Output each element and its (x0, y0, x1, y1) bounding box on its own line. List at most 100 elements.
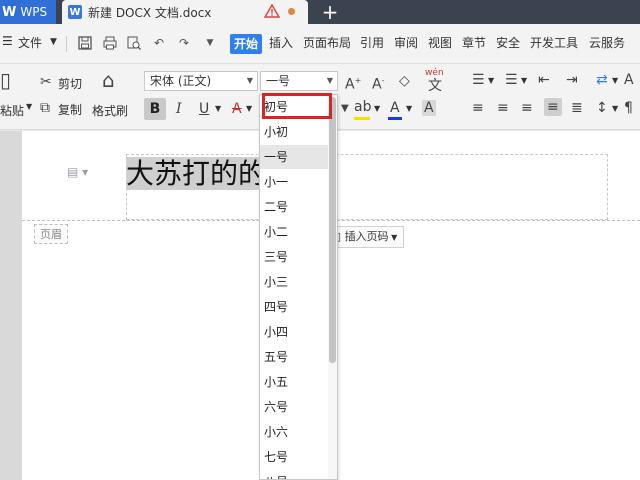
align-right-icon[interactable]: ≡ (521, 100, 533, 116)
underline-icon[interactable]: U (199, 101, 209, 117)
file-menu[interactable]: 文件 (18, 34, 42, 51)
tab-review[interactable]: 审阅 (394, 34, 418, 51)
font-size-option[interactable]: 小三 (260, 270, 328, 294)
tab-chapter[interactable]: 章节 (462, 34, 486, 51)
copy-icon[interactable]: ⧉ (40, 100, 50, 116)
scissors-icon[interactable]: ✂ (40, 74, 52, 90)
font-size-option[interactable]: 八号 (260, 470, 328, 479)
tab-insert[interactable]: 插入 (269, 34, 293, 51)
distributed-align-icon[interactable]: ≣ (571, 100, 583, 116)
font-size-option[interactable]: 小五 (260, 370, 328, 394)
font-size-option[interactable]: 三号 (260, 245, 328, 269)
highlight-icon[interactable]: ab (354, 99, 371, 115)
shrink-font-icon[interactable]: A- (372, 73, 384, 93)
clear-format-icon[interactable]: ◇ (399, 73, 410, 89)
chevron-down-icon[interactable]: ▼ (323, 72, 337, 90)
font-size-value: 一号 (266, 74, 291, 88)
font-size-option[interactable]: 六号 (260, 395, 328, 419)
bold-button[interactable]: B (144, 98, 166, 120)
phonetic-guide-icon[interactable]: 文 (428, 78, 442, 94)
increase-indent-icon[interactable]: ⇥ (566, 72, 578, 88)
italic-icon[interactable]: I (176, 101, 182, 117)
tab-home[interactable]: 开始 (230, 34, 263, 54)
align-left-icon[interactable]: ≡ (472, 100, 484, 116)
font-size-option[interactable]: 五号 (260, 345, 328, 369)
decrease-indent-icon[interactable]: ⇤ (538, 72, 550, 88)
tab-cloud[interactable]: 云服务 (589, 34, 625, 51)
wps-tab-label: WPS (20, 5, 48, 19)
chevron-down-icon[interactable]: ▼ (341, 101, 349, 117)
cut-button[interactable]: 剪切 (58, 75, 82, 92)
format-painter-button[interactable]: 格式刷 (92, 102, 128, 119)
strikethrough-chevron-icon[interactable]: ▼ (246, 104, 252, 113)
text-direction-icon[interactable]: ⇄ (596, 72, 608, 88)
new-tab-button[interactable]: + (318, 0, 342, 24)
paste-button[interactable]: 粘贴 (0, 102, 24, 119)
numbered-list-icon[interactable]: ☰ (505, 72, 518, 88)
char-shading-icon[interactable]: A (422, 100, 436, 116)
tab-references[interactable]: 引用 (360, 34, 384, 51)
paragraph-mark-icon[interactable]: ¶ (624, 100, 633, 116)
align-center-icon[interactable]: ≡ (497, 100, 509, 116)
print-preview-icon[interactable] (127, 36, 141, 50)
font-size-option[interactable]: 二号 (260, 195, 328, 219)
phonetic-guide-label[interactable]: wén (425, 68, 444, 78)
wps-home-tab[interactable]: W WPS (0, 0, 56, 24)
line-spacing-chevron-icon[interactable]: ▼ (612, 104, 618, 113)
font-size-option[interactable]: 小一 (260, 170, 328, 194)
highlight-chevron-icon[interactable]: ▼ (374, 104, 380, 113)
grow-font-icon[interactable]: A+ (345, 73, 361, 93)
font-size-option[interactable]: 小四 (260, 320, 328, 344)
font-size-dropdown[interactable]: 初号 小初 一号 小一 二号 小二 三号 小三 四号 小四 五号 小五 六号 小… (259, 94, 338, 480)
selected-text[interactable]: 大苏打的的 (126, 157, 267, 190)
dropdown-scrollbar-thumb[interactable] (329, 97, 336, 363)
document-body-text[interactable]: 大苏打的的 (126, 157, 267, 191)
document-tab-title: 新建 DOCX 文档.docx (88, 5, 212, 20)
tab-page-layout[interactable]: 页面布局 (303, 34, 351, 51)
font-size-option[interactable]: 小初 (260, 120, 328, 144)
bullet-list-icon[interactable]: ☰ (472, 72, 485, 88)
customize-chevron-icon[interactable]: ▼ (203, 36, 217, 50)
wps-logo-icon: W (2, 4, 17, 20)
print-icon[interactable] (103, 36, 117, 50)
warning-icon[interactable] (263, 3, 281, 21)
numbered-chevron-icon[interactable]: ▼ (521, 76, 527, 85)
direction-chevron-icon[interactable]: ▼ (612, 76, 618, 85)
format-painter-icon[interactable]: ⌂ (102, 70, 115, 90)
tab-developer[interactable]: 开发工具 (530, 34, 578, 51)
font-size-option[interactable]: 小六 (260, 420, 328, 444)
file-menu-chevron-icon[interactable]: ▼ (50, 37, 57, 47)
font-size-option[interactable]: 七号 (260, 445, 328, 469)
line-spacing-icon[interactable]: ↕ (596, 100, 608, 116)
font-size-option[interactable]: 小二 (260, 220, 328, 244)
paste-chevron-icon[interactable]: ▼ (26, 102, 32, 111)
paste-icon[interactable]: ▯ (0, 70, 11, 90)
font-color-icon[interactable]: A (390, 100, 400, 116)
font-size-option-selected[interactable]: 一号 (260, 145, 328, 169)
chevron-down-icon[interactable]: ▼ (243, 72, 257, 90)
font-color-bar (388, 117, 402, 120)
font-name-select[interactable]: 宋体 (正文) ▼ (144, 71, 258, 91)
document-tab[interactable]: W 新建 DOCX 文档.docx (62, 0, 308, 24)
strikethrough-icon[interactable]: A (232, 101, 242, 117)
undo-icon[interactable]: ↶ (152, 36, 166, 50)
chevron-down-icon: ▼ (388, 233, 398, 242)
font-size-option[interactable]: 四号 (260, 295, 328, 319)
bullet-chevron-icon[interactable]: ▼ (488, 76, 494, 85)
highlight-color-bar (354, 117, 370, 120)
align-justify-icon[interactable]: ≡ (544, 98, 562, 116)
font-size-select[interactable]: 一号 ▼ (260, 71, 338, 91)
underline-chevron-icon[interactable]: ▼ (215, 104, 221, 113)
font-color-chevron-icon[interactable]: ▼ (406, 104, 412, 113)
document-page-icon[interactable]: ▤ ▾ (67, 165, 88, 179)
save-icon[interactable] (78, 36, 92, 50)
copy-button[interactable]: 复制 (58, 101, 82, 118)
redo-icon[interactable]: ↷ (177, 36, 191, 50)
docx-file-icon: W (68, 5, 82, 19)
unsaved-dot-icon (288, 8, 295, 15)
hamburger-icon[interactable]: ☰ (2, 34, 13, 48)
text-effect-icon[interactable]: A (624, 72, 634, 88)
insert-page-number-button[interactable]: ▯ 插入页码 ▼ (328, 226, 405, 248)
tab-view[interactable]: 视图 (428, 34, 452, 51)
tab-security[interactable]: 安全 (496, 34, 520, 51)
